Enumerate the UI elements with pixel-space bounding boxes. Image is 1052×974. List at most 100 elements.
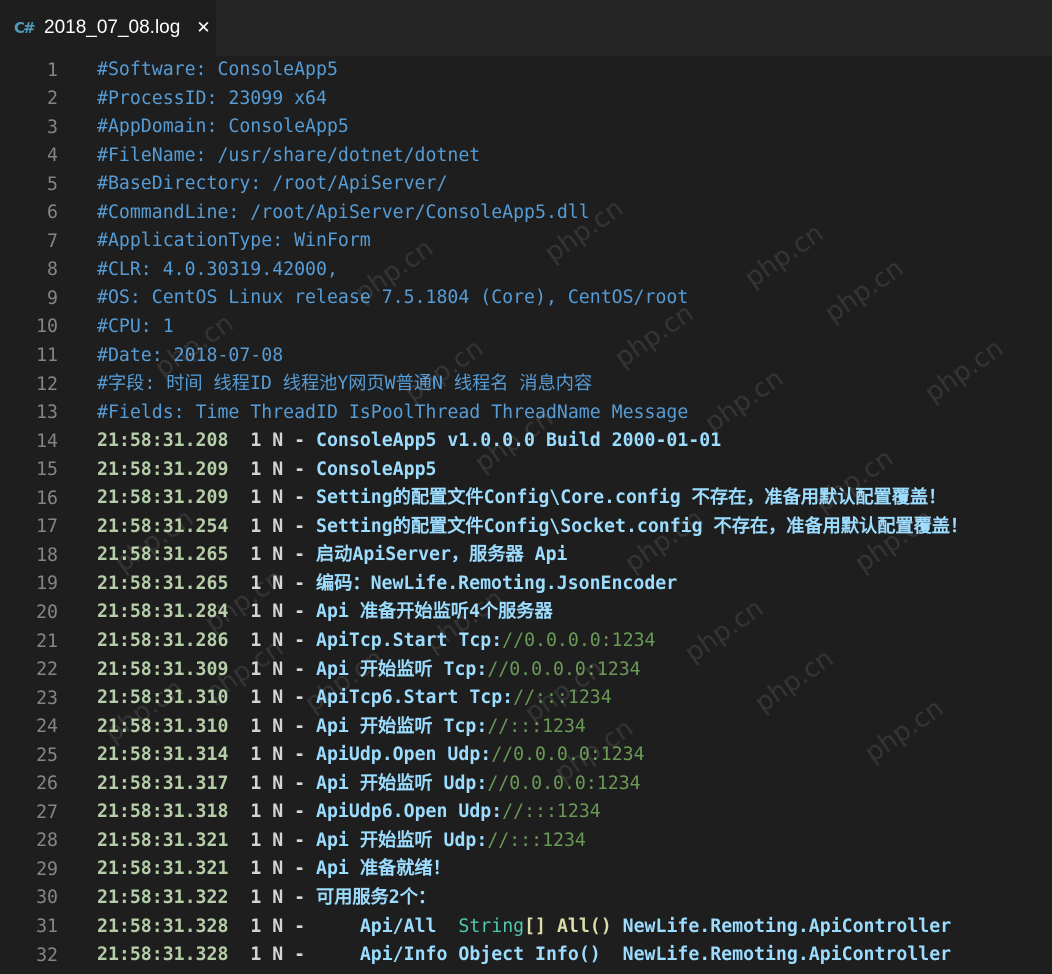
code-line[interactable]: 14 21:58:31.208 1 N - ConsoleApp5 v1.0.0.… xyxy=(0,427,1052,455)
header-text: #Software: ConsoleApp5 xyxy=(97,59,338,80)
editor-area[interactable]: 1 #Software: ConsoleApp5 2 #ProcessID: 2309… xyxy=(0,56,1052,974)
code-line[interactable]: 6 #CommandLine: /root/ApiServer/ConsoleAp… xyxy=(0,199,1052,227)
log-thread: 1 N - xyxy=(250,572,306,594)
header-text: #ApplicationType: WinForm xyxy=(97,230,371,252)
log-message: 编码：NewLife.Remoting.JsonEncoder xyxy=(316,572,678,594)
code-line[interactable]: 32 21:58:31.328 1 N - Api/Info Object Inf… xyxy=(0,941,1052,969)
line-number: 27 xyxy=(36,801,58,823)
line-content: 21:58:31.265 1 N - 编码：NewLife.Remoting.J… xyxy=(97,570,677,598)
line-content: #AppDomain: ConsoleApp5 xyxy=(97,113,349,141)
log-thread: 1 N - xyxy=(250,458,306,480)
log-time: 21:58:31.208 xyxy=(97,430,229,452)
code-line[interactable]: 21 21:58:31.286 1 N - ApiTcp.Start Tcp://… xyxy=(0,627,1052,655)
code-line[interactable]: 12 #字段: 时间 线程ID 线程池Y网页W普通N 线程名 消息内容 xyxy=(0,370,1052,398)
code-line[interactable]: 30 21:58:31.322 1 N - 可用服务2个： xyxy=(0,884,1052,912)
code-line[interactable]: 15 21:58:31.209 1 N - ConsoleApp5 xyxy=(0,456,1052,484)
code-line[interactable]: 7 #ApplicationType: WinForm xyxy=(0,227,1052,255)
line-number: 18 xyxy=(36,544,58,566)
header-text: #OS: CentOS Linux release 7.5.1804 (Core… xyxy=(97,287,689,309)
log-message: ConsoleApp5 xyxy=(316,458,437,480)
log-message: Api/All xyxy=(359,915,459,937)
log-thread: 1 N - xyxy=(250,715,306,737)
log-message: Setting的配置文件Config\Core.config 不存在，准备用默认… xyxy=(316,487,947,509)
line-content: 21:58:31.322 1 N - 可用服务2个： xyxy=(97,884,436,912)
line-content: #CLR: 4.0.30319.42000, xyxy=(97,256,338,284)
line-number: 5 xyxy=(47,173,58,195)
code-line[interactable]: 3 #AppDomain: ConsoleApp5 xyxy=(0,113,1052,141)
header-text: #Fields: Time ThreadID IsPoolThread Thre… xyxy=(97,401,689,423)
line-content: 21:58:31.314 1 N - ApiUdp.Open Udp://0.0… xyxy=(97,741,645,769)
log-message: ConsoleApp5 v1.0.0.0 Build 2000-01-01 xyxy=(316,430,722,452)
log-class: NewLife.Remoting.ApiController xyxy=(600,944,952,966)
code-line[interactable]: 9 #OS: CentOS Linux release 7.5.1804 (Cor… xyxy=(0,284,1052,312)
line-number: 22 xyxy=(36,659,58,681)
code-line[interactable]: 27 21:58:31.318 1 N - ApiUdp6.Open Udp://… xyxy=(0,798,1052,826)
log-message: ApiTcp6.Start Tcp: xyxy=(316,687,514,709)
code-line[interactable]: 19 21:58:31.265 1 N - 编码：NewLife.Remoting… xyxy=(0,570,1052,598)
log-time: 21:58:31.209 xyxy=(97,458,229,480)
line-content: #FileName: /usr/share/dotnet/dotnet xyxy=(97,142,480,170)
code-line[interactable]: 22 21:58:31.309 1 N - Api 开始监听 Tcp://0.0.… xyxy=(0,656,1052,684)
line-number: 6 xyxy=(47,202,58,224)
log-message: Api 准备开始监听4个服务器 xyxy=(316,601,553,623)
log-thread: 1 N - xyxy=(250,858,306,880)
log-time: 21:58:31.310 xyxy=(97,715,229,737)
code-line[interactable]: 5 #BaseDirectory: /root/ApiServer/ xyxy=(0,170,1052,198)
code-line[interactable]: 20 21:58:31.284 1 N - Api 准备开始监听4个服务器 xyxy=(0,598,1052,626)
log-message: Api 开始监听 Tcp: xyxy=(316,658,488,680)
line-number: 32 xyxy=(36,944,58,966)
line-number: 20 xyxy=(36,601,58,623)
line-number: 17 xyxy=(36,516,58,538)
log-thread: 1 N - xyxy=(250,487,306,509)
tab-log-file[interactable]: C# 2018_07_08.log ✕ xyxy=(0,0,216,56)
log-thread: 1 N - xyxy=(250,829,306,851)
code-line[interactable]: 13 #Fields: Time ThreadID IsPoolThread Th… xyxy=(0,399,1052,427)
log-time: 21:58:31.321 xyxy=(97,829,229,851)
code-line[interactable]: 31 21:58:31.328 1 N - Api/All String[] Al… xyxy=(0,913,1052,941)
tab-bar: C# 2018_07_08.log ✕ xyxy=(0,0,1052,56)
log-address: //:::1234 xyxy=(502,801,601,823)
code-line[interactable]: 25 21:58:31.314 1 N - ApiUdp.Open Udp://0… xyxy=(0,741,1052,769)
line-content: 21:58:31.310 1 N - ApiTcp6.Start Tcp://:… xyxy=(97,684,612,712)
log-indent xyxy=(316,916,360,937)
line-content: #CommandLine: /root/ApiServer/ConsoleApp… xyxy=(97,199,590,227)
line-number: 26 xyxy=(36,773,58,795)
log-thread: 1 N - xyxy=(250,944,306,966)
line-content: #字段: 时间 线程ID 线程池Y网页W普通N 线程名 消息内容 xyxy=(97,370,592,398)
line-number: 15 xyxy=(36,459,58,481)
code-line[interactable]: 29 21:58:31.321 1 N - Api 准备就绪！ xyxy=(0,855,1052,883)
log-address: //:::1234 xyxy=(487,715,586,737)
line-number: 23 xyxy=(36,687,58,709)
line-content: 21:58:31.317 1 N - Api 开始监听 Udp://0.0.0.… xyxy=(97,770,641,798)
code-line[interactable]: 24 21:58:31.310 1 N - Api 开始监听 Tcp://:::1… xyxy=(0,713,1052,741)
code-line[interactable]: 10 #CPU: 1 xyxy=(0,313,1052,341)
line-content: #Fields: Time ThreadID IsPoolThread Thre… xyxy=(97,399,688,427)
header-text: #字段: 时间 线程ID 线程池Y网页W普通N 线程名 消息内容 xyxy=(97,373,593,395)
log-time: 21:58:31.254 xyxy=(97,515,229,537)
line-content: #CPU: 1 xyxy=(97,313,174,341)
log-thread: 1 N - xyxy=(250,658,306,680)
line-content: 21:58:31.321 1 N - Api 开始监听 Udp://:::123… xyxy=(97,827,586,855)
close-icon[interactable]: ✕ xyxy=(196,19,210,37)
code-line[interactable]: 17 21:58:31.254 1 N - Setting的配置文件Config\… xyxy=(0,513,1052,541)
log-message: ApiUdp6.Open Udp: xyxy=(316,801,503,823)
log-time: 21:58:31.209 xyxy=(97,487,229,509)
code-line[interactable]: 4 #FileName: /usr/share/dotnet/dotnet xyxy=(0,142,1052,170)
code-line[interactable]: 2 #ProcessID: 23099 x64 xyxy=(0,85,1052,113)
code-line[interactable]: 16 21:58:31.209 1 N - Setting的配置文件Config\… xyxy=(0,484,1052,512)
log-time: 21:58:31.265 xyxy=(97,544,229,566)
line-number: 28 xyxy=(36,830,58,852)
line-content: #Date: 2018-07-08 xyxy=(97,342,283,370)
code-line[interactable]: 23 21:58:31.310 1 N - ApiTcp6.Start Tcp:/… xyxy=(0,684,1052,712)
code-line[interactable]: 26 21:58:31.317 1 N - Api 开始监听 Udp://0.0.… xyxy=(0,770,1052,798)
header-text: #CommandLine: /root/ApiServer/ConsoleApp… xyxy=(97,201,590,223)
line-number: 30 xyxy=(36,887,58,909)
code-line[interactable]: 28 21:58:31.321 1 N - Api 开始监听 Udp://:::1… xyxy=(0,827,1052,855)
code-line[interactable]: 8 #CLR: 4.0.30319.42000, xyxy=(0,256,1052,284)
log-indent xyxy=(316,944,360,965)
line-content: #ProcessID: 23099 x64 xyxy=(97,85,327,113)
code-line[interactable]: 18 21:58:31.265 1 N - 启动ApiServer，服务器 Api xyxy=(0,541,1052,569)
line-number: 21 xyxy=(36,630,58,652)
code-line[interactable]: 1 #Software: ConsoleApp5 xyxy=(0,56,1052,84)
code-line[interactable]: 11 #Date: 2018-07-08 xyxy=(0,342,1052,370)
